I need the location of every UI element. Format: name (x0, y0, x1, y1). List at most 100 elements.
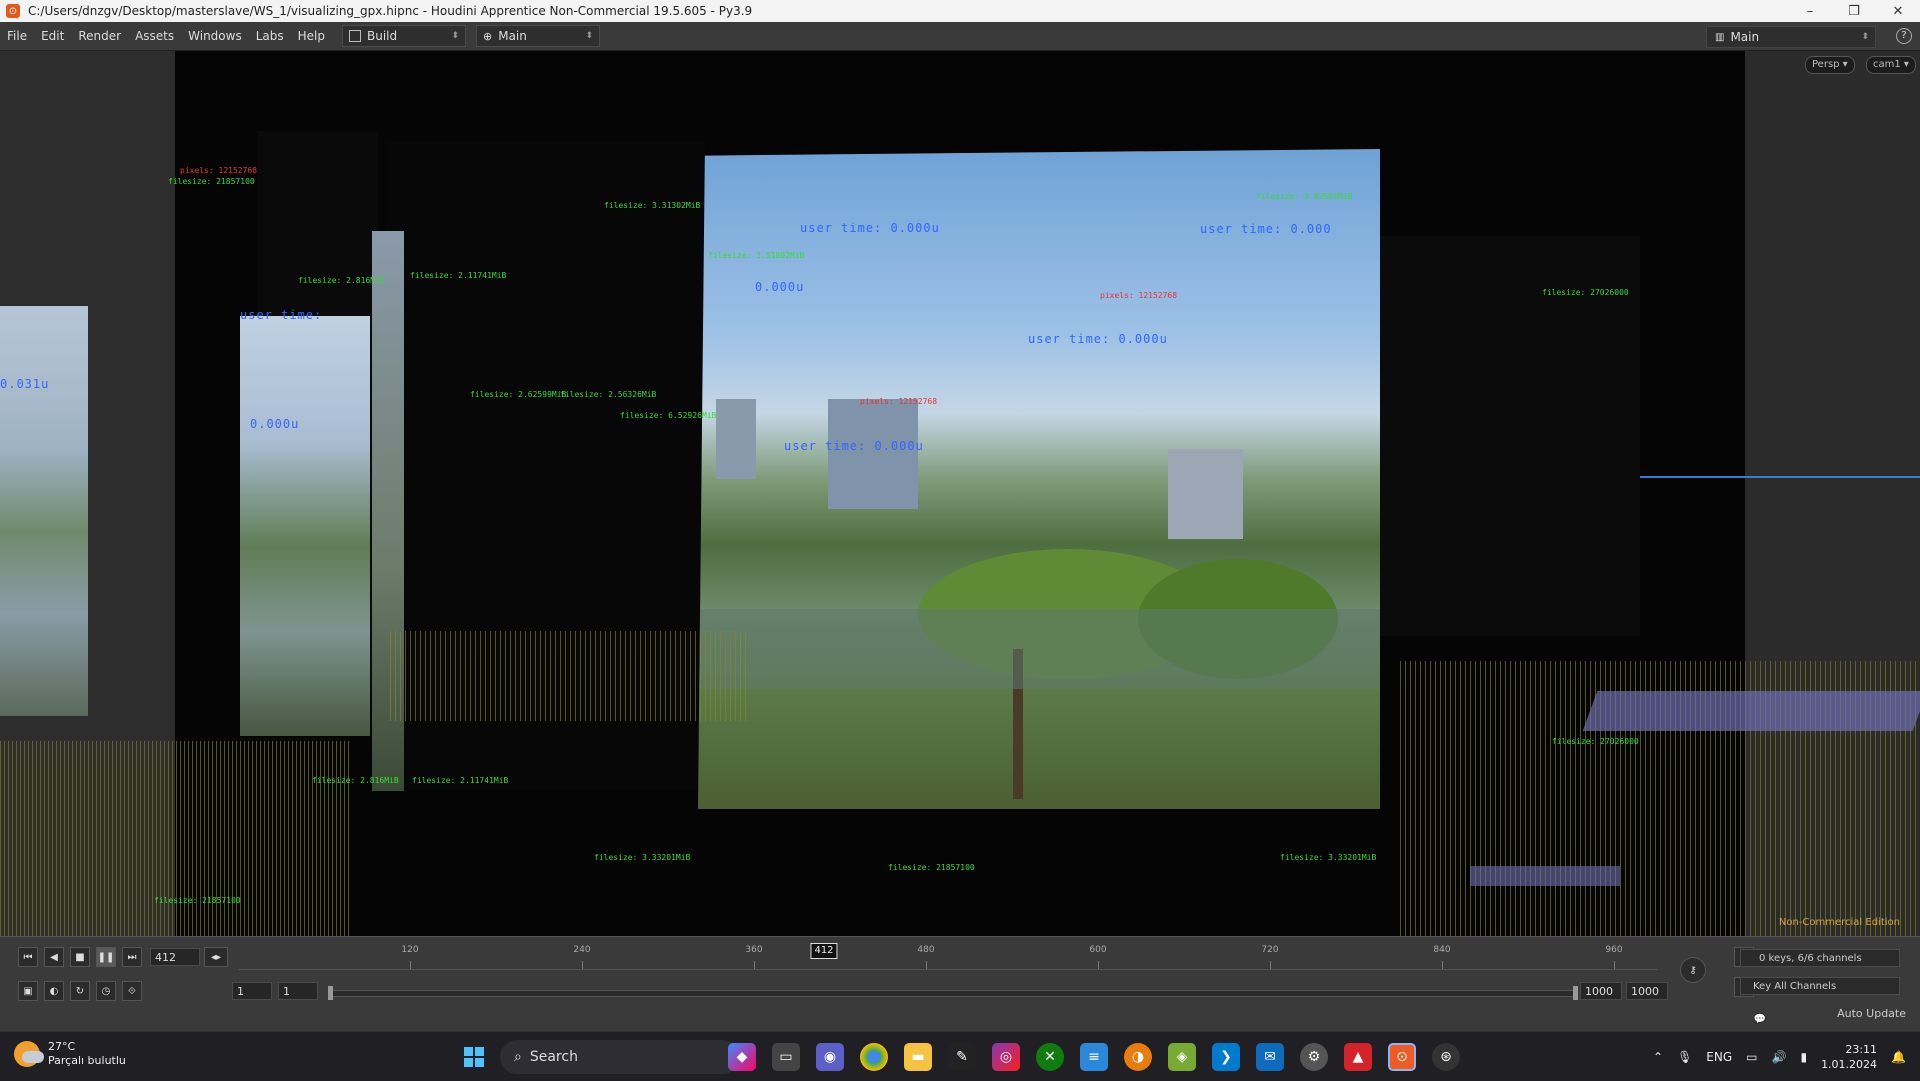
settings-icon[interactable]: ⚙ (1300, 1043, 1328, 1071)
channel-count-dropdown[interactable]: 0 keys, 6/6 channels (1740, 949, 1900, 967)
overlay-label-filesize: filesize: 27026000 (1552, 737, 1639, 746)
realtime-toggle[interactable]: ▣ (18, 981, 38, 1001)
purple-plane (1582, 691, 1920, 731)
vscode-icon[interactable]: ❯ (1212, 1043, 1240, 1071)
overlay-label-user-time: user time: 0.000 (1200, 222, 1332, 236)
inkscape-icon[interactable]: ✎ (948, 1043, 976, 1071)
xbox-icon[interactable]: ✕ (1036, 1043, 1064, 1071)
overlay-label-filesize: filesize: 21857100 (154, 896, 241, 905)
overlay-label-user-time: user time: 0.000u (800, 221, 940, 235)
key-icon[interactable]: ⚷ (1680, 957, 1706, 983)
desktop-icon: ⊕ (483, 29, 493, 43)
close-button[interactable]: ✕ (1876, 4, 1920, 19)
tick-label: 600 (1089, 945, 1107, 955)
menu-bar: File Edit Render Assets Windows Labs Hel… (0, 22, 1920, 51)
taskbar-search-box[interactable]: ⌕ Search (500, 1040, 740, 1074)
major-tick (1442, 961, 1443, 969)
maximize-button[interactable]: ❐ (1832, 4, 1876, 19)
weather-widget[interactable]: 27°C Parçalı bulutlu (14, 1040, 126, 1068)
help-icon[interactable]: ? (1896, 28, 1912, 44)
temperature: 27°C (48, 1040, 76, 1053)
clock[interactable]: 23:11 1.01.2024 (1821, 1042, 1877, 1072)
frame-range-slider[interactable] (328, 986, 1578, 1000)
menu-labs[interactable]: Labs (249, 29, 291, 43)
network-icon[interactable]: ▭ (1746, 1050, 1757, 1064)
tick-label: 480 (917, 945, 935, 955)
menu-help[interactable]: Help (291, 29, 332, 43)
notification-bell-icon[interactable]: 🔔 (1891, 1050, 1906, 1064)
volume-icon[interactable]: 🔊 (1772, 1050, 1787, 1064)
weather-icon (14, 1041, 44, 1067)
task-view-icon[interactable]: ▭ (772, 1043, 800, 1071)
end-frame-field[interactable]: 1000 (1626, 982, 1668, 1000)
keyframe-icon[interactable]: ⟐ (122, 981, 142, 1001)
jump-to-end-button[interactable]: ⏭ (122, 947, 142, 967)
houdini-taskbar-icon[interactable]: ⊙ (1388, 1043, 1416, 1071)
tick-label: 720 (1261, 945, 1279, 955)
wire-pattern-mid (390, 631, 750, 721)
desktop-main-dropdown[interactable]: ⊕ Main ⬍ (476, 25, 600, 47)
houdini-launcher-icon[interactable]: ⊛ (1432, 1043, 1460, 1071)
acrobat-icon[interactable]: ▲ (1344, 1043, 1372, 1071)
updown-icon: ⬍ (585, 31, 593, 41)
battery-icon[interactable]: ▮ (1800, 1050, 1807, 1064)
menu-render[interactable]: Render (71, 29, 128, 43)
menu-file[interactable]: File (0, 29, 34, 43)
instagram-icon[interactable]: ◎ (992, 1043, 1020, 1071)
photo-plane-far-left (0, 306, 88, 716)
playhead-frame-marker[interactable]: 412 (810, 943, 838, 959)
window-title: C:/Users/dnzgv/Desktop/masterslave/WS_1/… (28, 4, 753, 18)
current-frame-field[interactable]: 412 (150, 948, 200, 966)
auto-update-dropdown[interactable]: Auto Update (1837, 1007, 1906, 1020)
menu-windows[interactable]: Windows (181, 29, 249, 43)
chevron-up-icon[interactable]: ⌃ (1653, 1050, 1663, 1064)
loop-icon[interactable]: ↻ (70, 981, 90, 1001)
copilot-icon[interactable]: ◆ (728, 1043, 756, 1071)
camera-menu[interactable]: cam1 ▾ (1866, 56, 1916, 74)
minimize-button[interactable]: – (1788, 4, 1832, 19)
blue-line (1640, 476, 1920, 478)
purple-plane-2 (1470, 866, 1620, 886)
step-back-button[interactable]: ◀ (44, 947, 64, 967)
notepad-icon[interactable]: ≡ (1080, 1043, 1108, 1071)
vcs-icon[interactable]: ◈ (1168, 1043, 1196, 1071)
clock-icon[interactable]: ◷ (96, 981, 116, 1001)
audio-icon[interactable]: ◐ (44, 981, 64, 1001)
file-explorer-icon[interactable]: ▬ (904, 1043, 932, 1071)
perspective-menu[interactable]: Persp ▾ (1805, 56, 1855, 74)
wire-pattern-bottom-left (0, 741, 350, 936)
pause-button[interactable]: ❚❚ (96, 947, 116, 967)
menu-edit[interactable]: Edit (34, 29, 71, 43)
range-start-handle[interactable] (328, 986, 333, 1000)
blender-icon[interactable]: ◑ (1124, 1043, 1152, 1071)
playback-start-field[interactable]: 1 (278, 982, 318, 1000)
windows-start-icon[interactable] (460, 1043, 488, 1071)
chat-icon[interactable]: 💬 (1750, 1009, 1770, 1029)
major-tick (582, 961, 583, 969)
microphone-icon[interactable]: 🎙 (1677, 1050, 1692, 1064)
shelf-set-build-dropdown[interactable]: Build ⬍ (342, 25, 466, 47)
weather-condition: Parçalı bulutlu (48, 1054, 126, 1067)
jump-to-start-button[interactable]: ⏮ (18, 947, 38, 967)
lake-water (698, 609, 1380, 689)
key-all-channels-dropdown[interactable]: Key All Channels (1740, 977, 1900, 995)
frame-ruler[interactable]: 120 240 360 480 600 720 840 960 412 (238, 943, 1658, 970)
overlay-label-user-time: user time: (240, 308, 323, 322)
overlay-label-filesize: filesize: 3.33201MiB (1280, 853, 1377, 862)
chrome-icon[interactable] (860, 1043, 888, 1071)
desktop-icon: ▥ (1715, 31, 1725, 43)
overlay-label-filesize: filesize: 2.11741MiB (412, 776, 509, 785)
scene-viewport[interactable]: pixels: 12152768 filesize: 21857100 file… (0, 51, 1920, 936)
stop-button[interactable]: ■ (70, 947, 90, 967)
language-indicator[interactable]: ENG (1706, 1050, 1732, 1064)
range-end-handle[interactable] (1573, 986, 1578, 1000)
right-desktop-dropdown[interactable]: ▥ Main ⬍ (1706, 26, 1876, 48)
overlay-label-pixels: pixels: 12152768 (180, 166, 258, 175)
start-frame-field[interactable]: 1 (232, 982, 272, 1000)
mail-icon[interactable]: ✉ (1256, 1043, 1284, 1071)
teams-icon[interactable]: ◉ (816, 1043, 844, 1071)
clock-date: 1.01.2024 (1821, 1057, 1878, 1071)
menu-assets[interactable]: Assets (128, 29, 181, 43)
playback-end-field[interactable]: 1000 (1580, 982, 1622, 1000)
step-frame-button[interactable]: ◂▸ (204, 947, 228, 967)
